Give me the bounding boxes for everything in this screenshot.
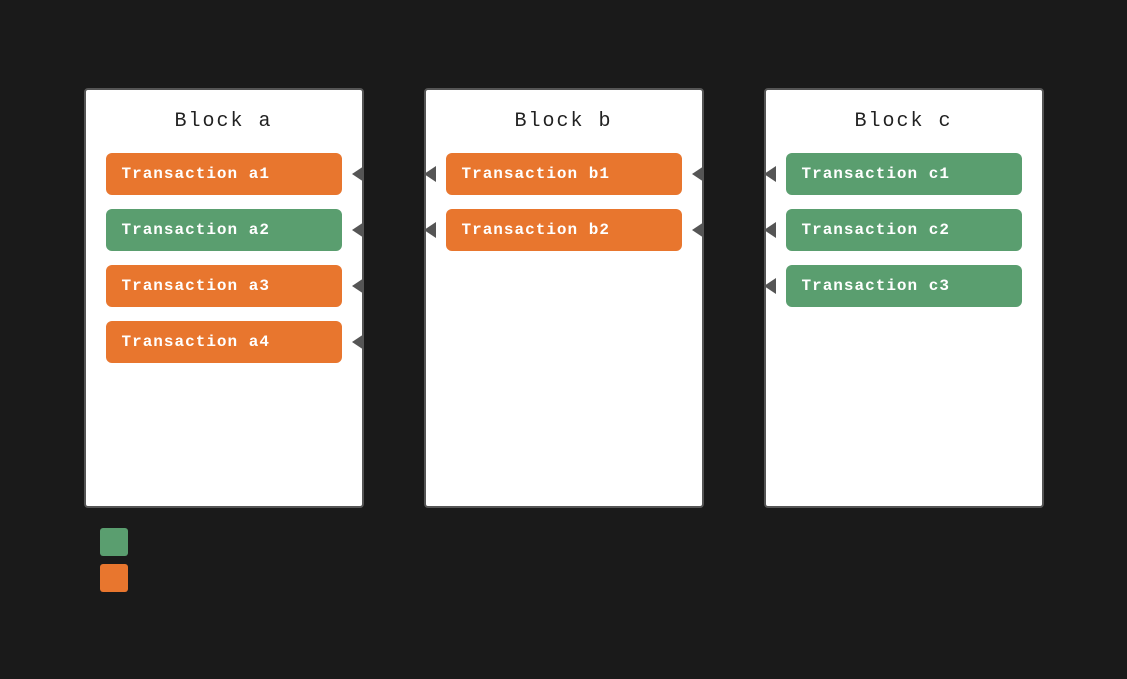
- block-b-transactions: Transaction b1 Transaction b2: [446, 153, 682, 251]
- tx-a1: Transaction a1: [106, 153, 342, 195]
- legend-area: [100, 528, 128, 592]
- block-a-transactions: Transaction a1 Transaction a2 Transaction …: [106, 153, 342, 363]
- tx-c3: Transaction c3: [786, 265, 1022, 307]
- tx-c2: Transaction c2: [786, 209, 1022, 251]
- legend-swatch-orange: [100, 564, 128, 592]
- tx-a4: Transaction a4: [106, 321, 342, 363]
- block-c: Block cTransaction c1Transaction c2Trans…: [764, 88, 1044, 508]
- block-b: Block b Transaction b1 Transaction b2: [424, 88, 704, 508]
- block-c-title: Block c: [854, 110, 952, 133]
- legend-item-orange: [100, 564, 128, 592]
- tx-a2: Transaction a2: [106, 209, 342, 251]
- legend-item-green: [100, 528, 128, 556]
- tx-a3: Transaction a3: [106, 265, 342, 307]
- block-c-transactions: Transaction c1 Transaction c2 Transaction …: [786, 153, 1022, 307]
- tx-b2: Transaction b2: [446, 209, 682, 251]
- tx-b1: Transaction b1: [446, 153, 682, 195]
- legend-swatch-green: [100, 528, 128, 556]
- block-b-title: Block b: [514, 110, 612, 133]
- block-a: Block aTransaction a1Transaction a2Trans…: [84, 88, 364, 508]
- tx-c1: Transaction c1: [786, 153, 1022, 195]
- diagram-area: Block aTransaction a1Transaction a2Trans…: [0, 88, 1127, 592]
- block-a-title: Block a: [174, 110, 272, 133]
- blocks-row: Block aTransaction a1Transaction a2Trans…: [40, 88, 1087, 508]
